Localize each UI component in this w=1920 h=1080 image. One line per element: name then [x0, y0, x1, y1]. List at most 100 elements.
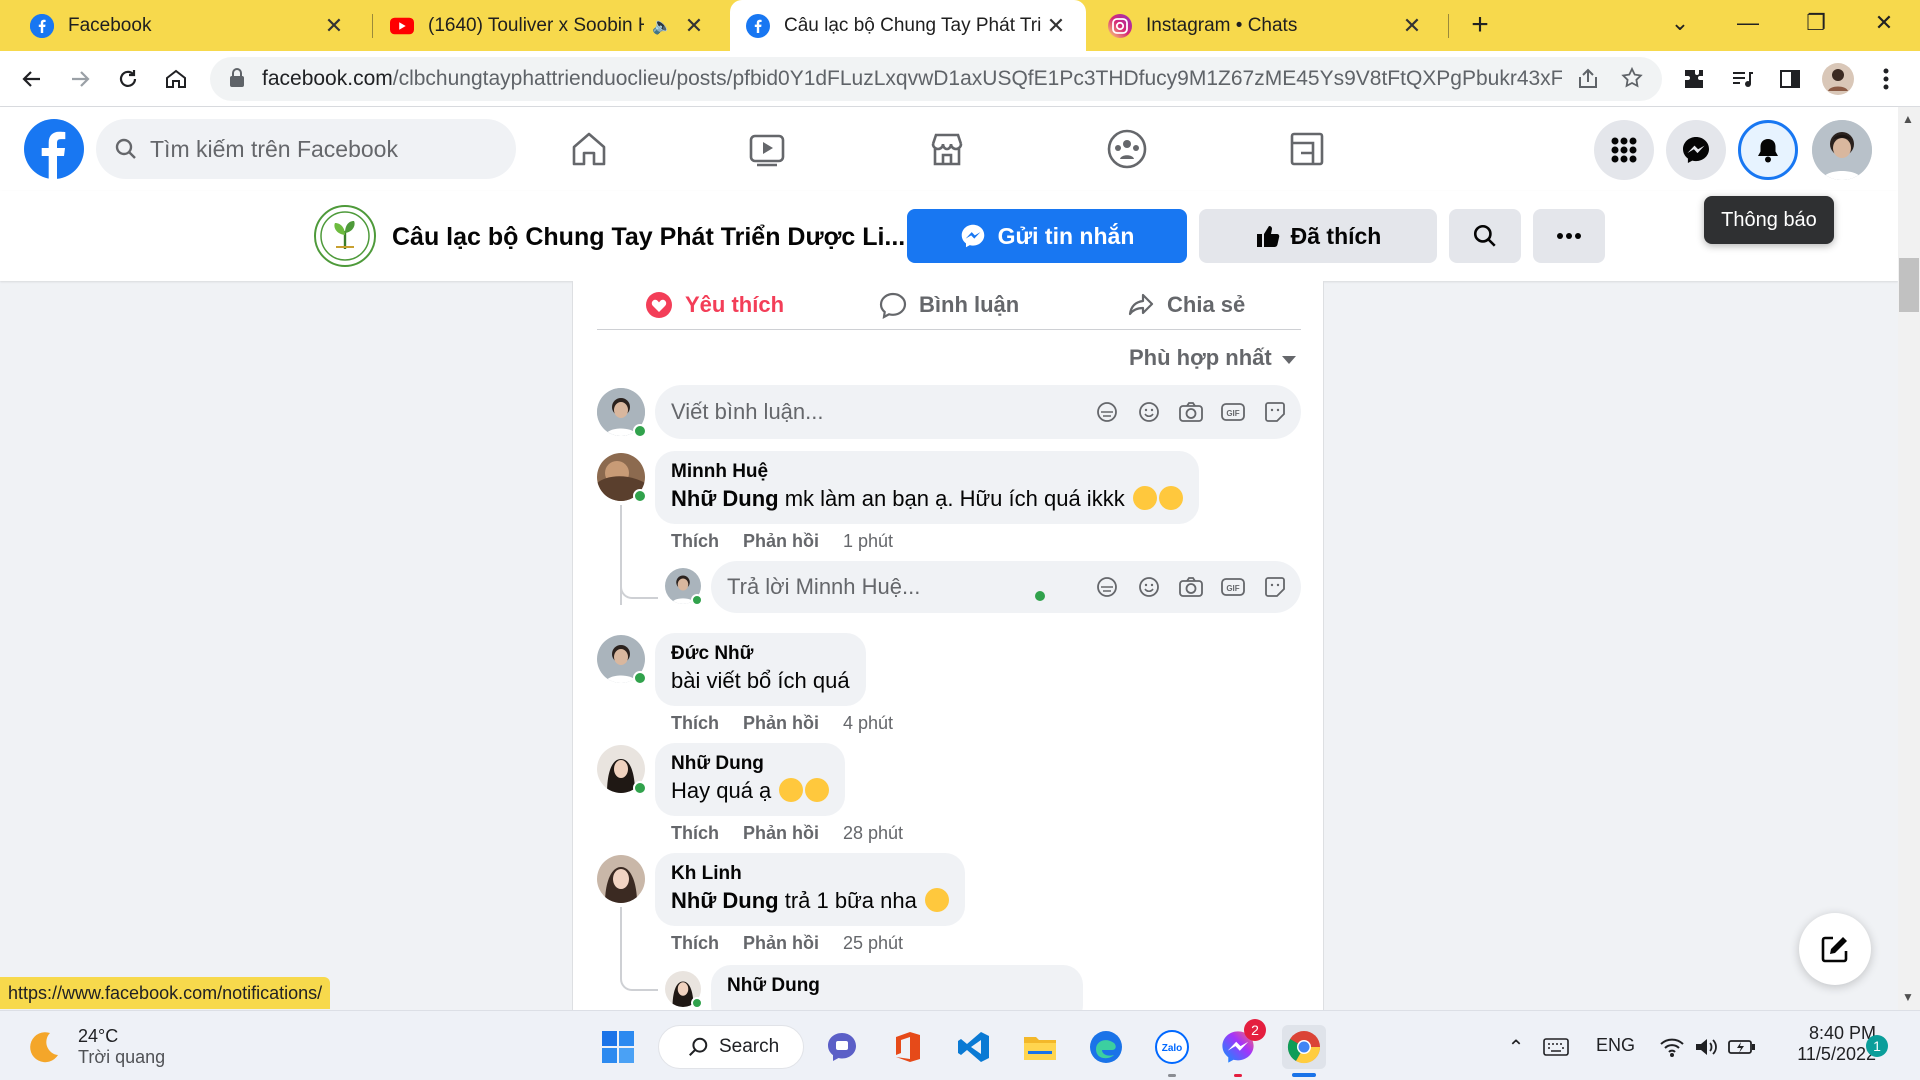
comment-author[interactable]: Nhữ Dung [671, 752, 829, 776]
like-comment-button[interactable]: Thích [671, 713, 719, 734]
comment-time[interactable]: 28 phút [843, 823, 903, 844]
speaker-icon[interactable]: 🔈 [652, 16, 672, 36]
back-button[interactable] [12, 59, 52, 99]
emoji-icon[interactable] [1135, 398, 1163, 426]
show-hidden-icons-chevron[interactable]: ⌃ [1494, 1025, 1538, 1069]
extensions-icon[interactable] [1674, 59, 1714, 99]
like-comment-button[interactable]: Thích [671, 823, 719, 844]
comment-button[interactable]: Bình luận [879, 283, 1019, 327]
mention-link[interactable]: Nhữ Dung [671, 486, 779, 511]
camera-icon[interactable] [1177, 573, 1205, 601]
comment-author[interactable]: Kh Linh [671, 862, 949, 886]
avatar-sticker-icon[interactable] [1093, 573, 1121, 601]
comment-author[interactable]: Minnh Huệ [671, 460, 1183, 484]
messenger-app-icon[interactable]: 2 [1216, 1019, 1266, 1069]
minimize-button[interactable]: — [1714, 0, 1782, 46]
comment-time[interactable]: 1 phút [843, 531, 893, 552]
facebook-search-input[interactable]: Tìm kiếm trên Facebook [96, 119, 516, 179]
sticker-icon[interactable] [1261, 398, 1289, 426]
lock-icon[interactable] [228, 67, 246, 94]
close-tab-icon[interactable]: ✕ [1042, 13, 1070, 39]
send-message-button[interactable]: Gửi tin nhắn [907, 209, 1187, 263]
reload-button[interactable] [108, 59, 148, 99]
start-windows-icon[interactable] [596, 1025, 640, 1069]
comment-author[interactable]: Đức Nhữ [671, 642, 850, 666]
emoji-icon[interactable] [1135, 573, 1163, 601]
reply-input[interactable]: Trả lời Minnh Huệ... GIF [711, 561, 1301, 613]
commenter-avatar[interactable] [665, 971, 703, 1009]
share-icon[interactable] [1576, 67, 1600, 96]
vscode-icon[interactable] [952, 1025, 996, 1069]
camera-icon[interactable] [1177, 398, 1205, 426]
tab-instagram[interactable]: Instagram • Chats ✕ [1092, 0, 1442, 51]
weather-widget[interactable]: 24°C Trời quang [24, 1023, 165, 1071]
forward-button[interactable] [60, 59, 100, 99]
gif-icon[interactable]: GIF [1219, 573, 1247, 601]
facebook-logo[interactable] [24, 119, 84, 184]
commenter-avatar[interactable] [597, 855, 645, 903]
account-avatar[interactable] [1812, 120, 1872, 180]
nav-watch-icon[interactable] [739, 123, 795, 175]
sticker-icon[interactable] [1261, 573, 1289, 601]
browser-menu-icon[interactable] [1866, 59, 1906, 99]
clock[interactable]: 8:40 PM 11/5/2022 [1772, 1023, 1876, 1065]
keyboard-icon[interactable] [1534, 1025, 1578, 1069]
close-tab-icon[interactable]: ✕ [1398, 13, 1426, 39]
nav-home-icon[interactable] [561, 123, 617, 175]
home-button[interactable] [156, 59, 196, 99]
restore-button[interactable]: ❐ [1782, 0, 1850, 46]
tab-youtube[interactable]: (1640) Touliver x Soobin Hoà 🔈 ✕ [374, 0, 724, 51]
edge-icon[interactable] [1084, 1025, 1128, 1069]
comment-time[interactable]: 4 phút [843, 713, 893, 734]
file-explorer-icon[interactable] [1018, 1025, 1062, 1069]
taskbar-search[interactable]: Search [658, 1025, 804, 1069]
scroll-up-arrow-icon[interactable]: ▲ [1902, 112, 1914, 126]
office-icon[interactable] [886, 1025, 930, 1069]
reply-comment-button[interactable]: Phản hồi [743, 713, 819, 734]
close-window-button[interactable]: ✕ [1850, 0, 1918, 46]
like-comment-button[interactable]: Thích [671, 933, 719, 954]
media-control-icon[interactable] [1722, 59, 1762, 99]
tab-clb-page[interactable]: Câu lạc bộ Chung Tay Phát Triển ✕ [730, 0, 1086, 51]
reply-comment-button[interactable]: Phản hồi [743, 933, 819, 954]
write-comment-input[interactable]: Viết bình luận... GIF [655, 385, 1301, 439]
liked-button[interactable]: Đã thích [1199, 209, 1437, 263]
avatar-sticker-icon[interactable] [1093, 398, 1121, 426]
current-user-avatar[interactable] [665, 568, 703, 606]
page-search-button[interactable] [1449, 209, 1521, 263]
teams-chat-icon[interactable] [820, 1025, 864, 1069]
nav-gaming-icon[interactable] [1279, 123, 1335, 175]
notifications-button[interactable] [1738, 120, 1798, 180]
comment-author[interactable]: Nhữ Dung [727, 974, 1067, 998]
page-logo[interactable] [314, 205, 376, 267]
address-bar[interactable]: facebook.com/clbchungtayphattrienduoclie… [210, 57, 1662, 101]
scroll-down-arrow-icon[interactable]: ▼ [1902, 990, 1914, 1004]
new-message-button[interactable] [1799, 913, 1871, 985]
scrollbar-thumb[interactable] [1899, 258, 1919, 312]
menu-grid-button[interactable] [1594, 120, 1654, 180]
chrome-icon[interactable] [1282, 1025, 1326, 1069]
close-tab-icon[interactable]: ✕ [320, 13, 348, 39]
commenter-avatar[interactable] [597, 453, 647, 503]
tab-facebook[interactable]: Facebook ✕ [14, 0, 364, 51]
side-panel-icon[interactable] [1770, 59, 1810, 99]
language-indicator[interactable]: ENG [1596, 1035, 1635, 1056]
nav-groups-icon[interactable] [1099, 123, 1155, 175]
reply-comment-button[interactable]: Phản hồi [743, 823, 819, 844]
bookmark-star-icon[interactable] [1620, 66, 1644, 95]
mention-link[interactable]: Nhữ Dung [671, 888, 779, 913]
current-user-avatar[interactable] [597, 388, 647, 438]
gif-icon[interactable]: GIF [1219, 398, 1247, 426]
zalo-icon[interactable]: Zalo [1150, 1025, 1194, 1069]
messenger-button[interactable] [1666, 120, 1726, 180]
share-button[interactable]: Chia sẻ [1127, 283, 1245, 327]
reply-comment-button[interactable]: Phản hồi [743, 531, 819, 552]
notification-center-badge[interactable]: 1 [1866, 1035, 1888, 1057]
close-tab-icon[interactable]: ✕ [680, 13, 708, 39]
commenter-avatar[interactable] [597, 745, 647, 795]
page-more-button[interactable] [1533, 209, 1605, 263]
page-name[interactable]: Câu lạc bộ Chung Tay Phát Triển Dược Li.… [392, 223, 905, 252]
comment-time[interactable]: 25 phút [843, 933, 903, 954]
commenter-avatar[interactable] [597, 635, 647, 685]
love-reaction-button[interactable]: Yêu thích [645, 283, 784, 327]
